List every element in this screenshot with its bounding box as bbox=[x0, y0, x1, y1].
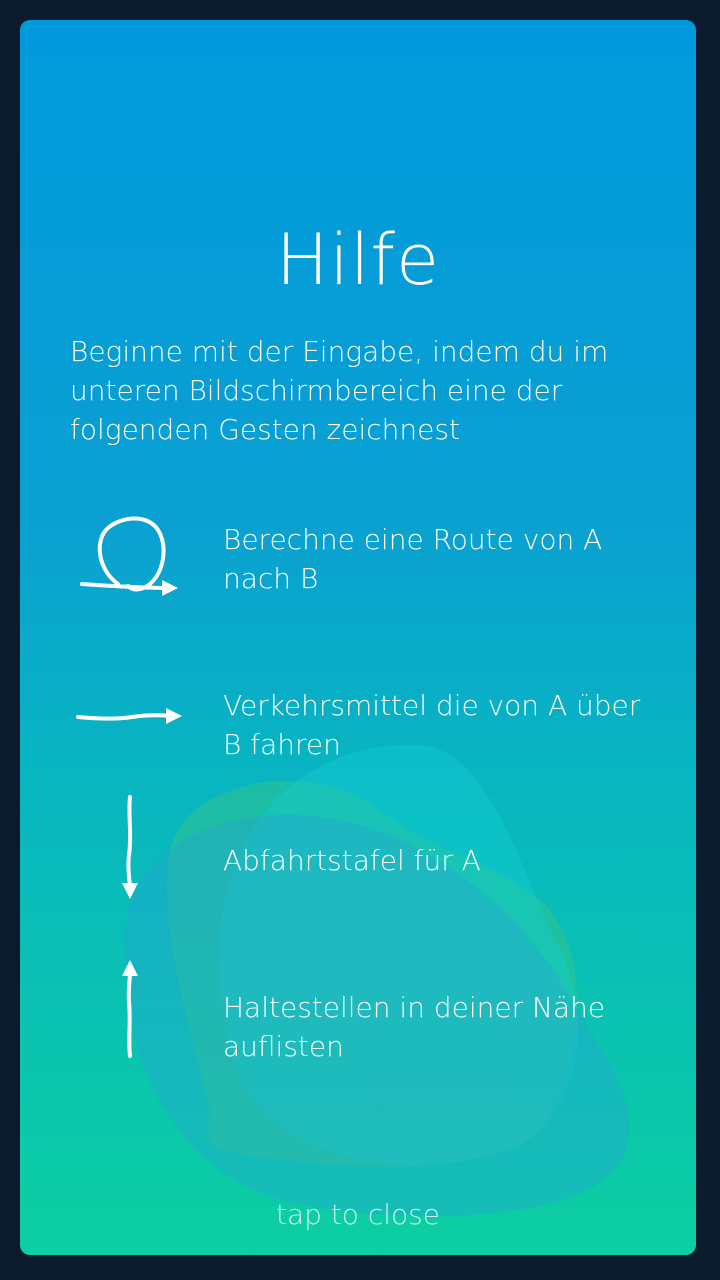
right-arrow-gesture-icon bbox=[76, 708, 182, 724]
loop-arrow-gesture-icon bbox=[80, 516, 178, 596]
gesture-label-nearby: Haltestellen in deiner Nähe auflisten bbox=[223, 991, 606, 1063]
down-arrow-gesture-icon bbox=[122, 795, 138, 899]
help-overlay-card[interactable]: Hilfe Beginne mit der Eingabe, indem du … bbox=[20, 20, 696, 1255]
gesture-label-route: Berechne eine Route von A nach B bbox=[223, 523, 603, 595]
decorative-blobs bbox=[125, 744, 630, 1217]
intro-text: Beginne mit der Eingabe, indem du im unt… bbox=[70, 335, 609, 446]
gesture-label-via: Verkehrsmittel die von A über B fahren bbox=[223, 689, 641, 761]
page-title: Hilfe bbox=[275, 219, 441, 301]
gesture-label-departures: Abfahrtstafel für A bbox=[223, 844, 481, 877]
tap-to-close-hint[interactable]: tap to close bbox=[20, 1195, 696, 1235]
up-arrow-gesture-icon bbox=[122, 960, 138, 1058]
